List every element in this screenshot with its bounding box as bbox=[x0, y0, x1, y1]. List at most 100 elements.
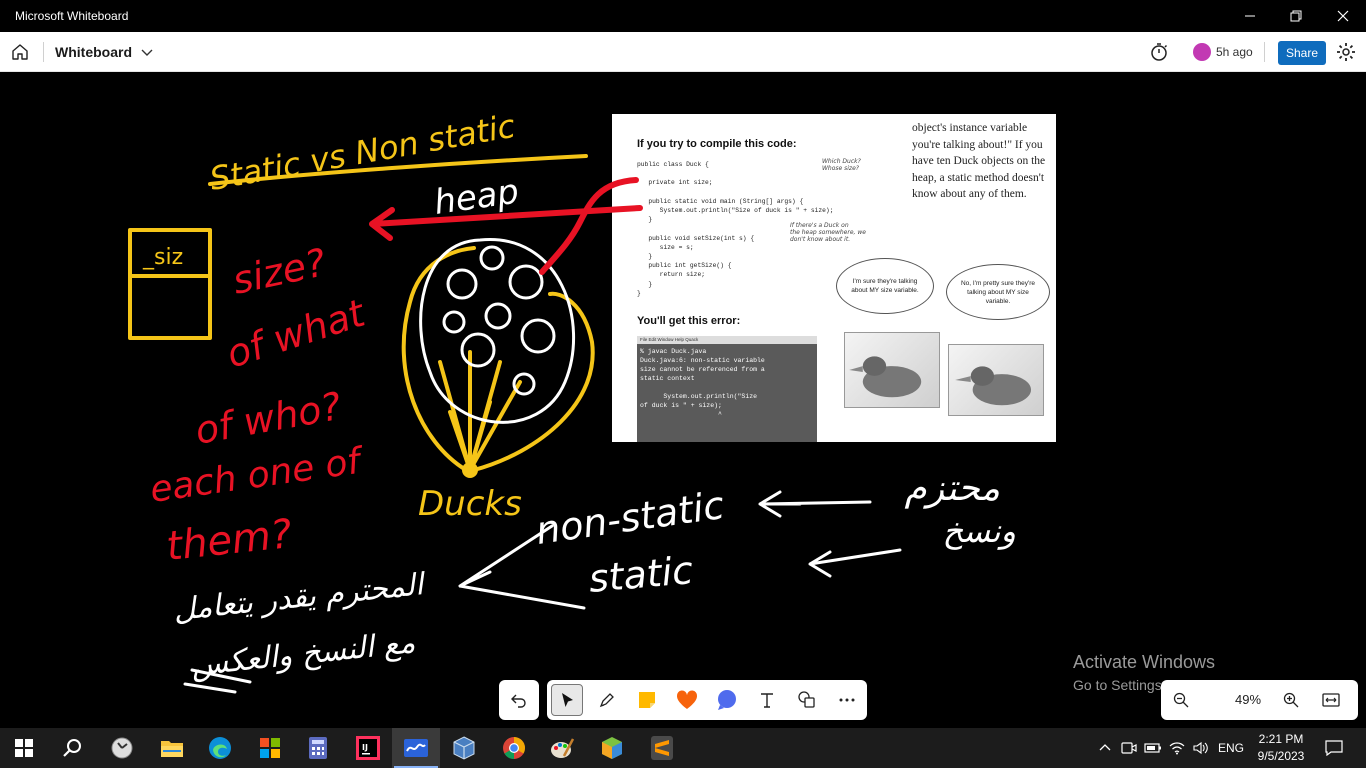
select-tool-button[interactable] bbox=[551, 684, 583, 716]
taskbar-app-sublime[interactable] bbox=[638, 728, 686, 768]
zoom-out-icon bbox=[1173, 692, 1189, 708]
ink-q-of-who: of who? bbox=[192, 384, 345, 453]
ink-arabic-right-1: محتزم bbox=[904, 468, 1000, 509]
minimize-button[interactable] bbox=[1227, 0, 1273, 32]
reaction-icon bbox=[676, 690, 698, 709]
zoom-in-icon bbox=[1283, 692, 1299, 708]
gear-icon[interactable] bbox=[1335, 41, 1357, 63]
chevron-down-icon[interactable] bbox=[139, 44, 155, 60]
copy-shapes-button[interactable] bbox=[791, 684, 823, 716]
divider bbox=[43, 42, 44, 62]
close-icon bbox=[1337, 10, 1349, 22]
ink-arabic-left-1: المحترم يقدر يتعامل bbox=[172, 567, 429, 628]
svg-text:IJ: IJ bbox=[362, 743, 368, 752]
ink-q-of-what: of what bbox=[221, 290, 372, 376]
ink-q-size: size? bbox=[229, 240, 330, 303]
taskbar-app-paint[interactable] bbox=[538, 728, 586, 768]
edge-icon bbox=[209, 737, 231, 759]
shapes-button[interactable] bbox=[711, 684, 743, 716]
select-icon bbox=[562, 693, 573, 707]
package-icon bbox=[602, 737, 622, 759]
taskbar-app-chrome[interactable] bbox=[490, 728, 538, 768]
tray-clock[interactable]: 2:21 PM 9/5/2023 bbox=[1250, 731, 1312, 765]
avatar[interactable] bbox=[1193, 43, 1211, 61]
text-icon bbox=[761, 693, 773, 708]
tray-overflow-button[interactable] bbox=[1094, 728, 1116, 768]
undo-button[interactable] bbox=[499, 680, 539, 720]
taskbar-app-store[interactable] bbox=[246, 728, 294, 768]
windows-logo-icon bbox=[15, 739, 33, 757]
taskbar-app-virtualbox[interactable] bbox=[440, 728, 488, 768]
copy-shapes-icon bbox=[798, 691, 815, 708]
tray-camera-button[interactable] bbox=[1118, 728, 1140, 768]
zoom-controls: 49% bbox=[1161, 680, 1358, 720]
taskbar-app-calculator[interactable] bbox=[294, 728, 342, 768]
minimize-icon bbox=[1245, 15, 1255, 17]
ink-q-each-one: each one of bbox=[148, 440, 368, 511]
whiteboard-canvas[interactable]: If you try to compile this code: public … bbox=[0, 72, 1366, 728]
clock-time: 2:21 PM bbox=[1258, 732, 1304, 746]
wifi-icon bbox=[1169, 742, 1185, 755]
calculator-icon bbox=[309, 737, 327, 759]
zoom-in-button[interactable] bbox=[1279, 688, 1303, 712]
home-button[interactable] bbox=[8, 40, 32, 64]
home-icon bbox=[12, 44, 28, 60]
board-name[interactable]: Whiteboard bbox=[55, 44, 132, 60]
tray-volume-button[interactable] bbox=[1190, 728, 1212, 768]
clock-date: 9/5/2023 bbox=[1257, 749, 1305, 763]
ink-non-static: non-static bbox=[533, 483, 727, 553]
restore-button[interactable] bbox=[1273, 0, 1319, 32]
intellij-icon: IJ bbox=[356, 736, 380, 760]
virtualbox-icon bbox=[453, 736, 475, 760]
sticky-note-button[interactable] bbox=[631, 684, 663, 716]
paint-icon bbox=[551, 738, 574, 758]
zoom-level: 49% bbox=[1234, 692, 1262, 707]
taskbar-app-intellij[interactable]: IJ bbox=[344, 728, 392, 768]
tray-wifi-button[interactable] bbox=[1166, 728, 1188, 768]
ink-q-them: them? bbox=[164, 511, 294, 570]
taskbar-app-edge[interactable] bbox=[196, 728, 244, 768]
pen-icon bbox=[599, 693, 614, 708]
ink-ducks: Ducks bbox=[418, 484, 522, 524]
taskbar-app-package[interactable] bbox=[588, 728, 636, 768]
tray-battery-button[interactable] bbox=[1142, 728, 1164, 768]
chevron-up-icon bbox=[1099, 744, 1111, 751]
taskbar-app-file-explorer[interactable] bbox=[148, 728, 196, 768]
whiteboard-app-icon bbox=[404, 739, 428, 757]
tray-language[interactable]: ENG bbox=[1214, 728, 1248, 768]
fit-to-screen-button[interactable] bbox=[1319, 688, 1343, 712]
battery-icon bbox=[1144, 743, 1161, 753]
folder-icon bbox=[161, 741, 183, 757]
ink-arabic-right-2: ونسخ bbox=[942, 512, 1016, 550]
chrome-icon bbox=[503, 737, 525, 759]
taskbar-app-whiteboard[interactable] bbox=[392, 728, 440, 768]
reactions-button[interactable] bbox=[671, 684, 703, 716]
more-button[interactable] bbox=[831, 684, 863, 716]
timer-icon[interactable] bbox=[1148, 41, 1170, 63]
share-button[interactable]: Share bbox=[1278, 41, 1326, 65]
inking-toolbar bbox=[547, 680, 867, 720]
start-button[interactable] bbox=[0, 728, 48, 768]
window-titlebar: Microsoft Whiteboard bbox=[0, 0, 1366, 32]
search-icon bbox=[63, 739, 81, 757]
text-tool-button[interactable] bbox=[751, 684, 783, 716]
undo-icon bbox=[511, 694, 526, 708]
store-icon bbox=[260, 738, 280, 758]
ink-arabic-left-2: مع النسخ والعكس bbox=[189, 625, 416, 683]
taskbar-app-clock[interactable] bbox=[98, 728, 146, 768]
ink-layer[interactable]: Static vs Non static _siz Ducks heap non… bbox=[0, 72, 1366, 728]
volume-icon bbox=[1193, 741, 1208, 755]
pen-tool-button[interactable] bbox=[591, 684, 623, 716]
camera-icon bbox=[1121, 742, 1137, 754]
taskbar-search-button[interactable] bbox=[48, 728, 96, 768]
shape-icon bbox=[718, 690, 736, 710]
close-button[interactable] bbox=[1320, 0, 1366, 32]
ink-static: static bbox=[587, 548, 695, 601]
notifications-button[interactable] bbox=[1320, 728, 1348, 768]
watermark-line-1: Activate Windows bbox=[1073, 652, 1216, 672]
fit-screen-icon bbox=[1322, 693, 1340, 707]
zoom-out-button[interactable] bbox=[1169, 688, 1193, 712]
notification-icon bbox=[1325, 740, 1343, 756]
more-icon bbox=[839, 698, 855, 702]
ink-box-label: _siz bbox=[142, 245, 183, 270]
